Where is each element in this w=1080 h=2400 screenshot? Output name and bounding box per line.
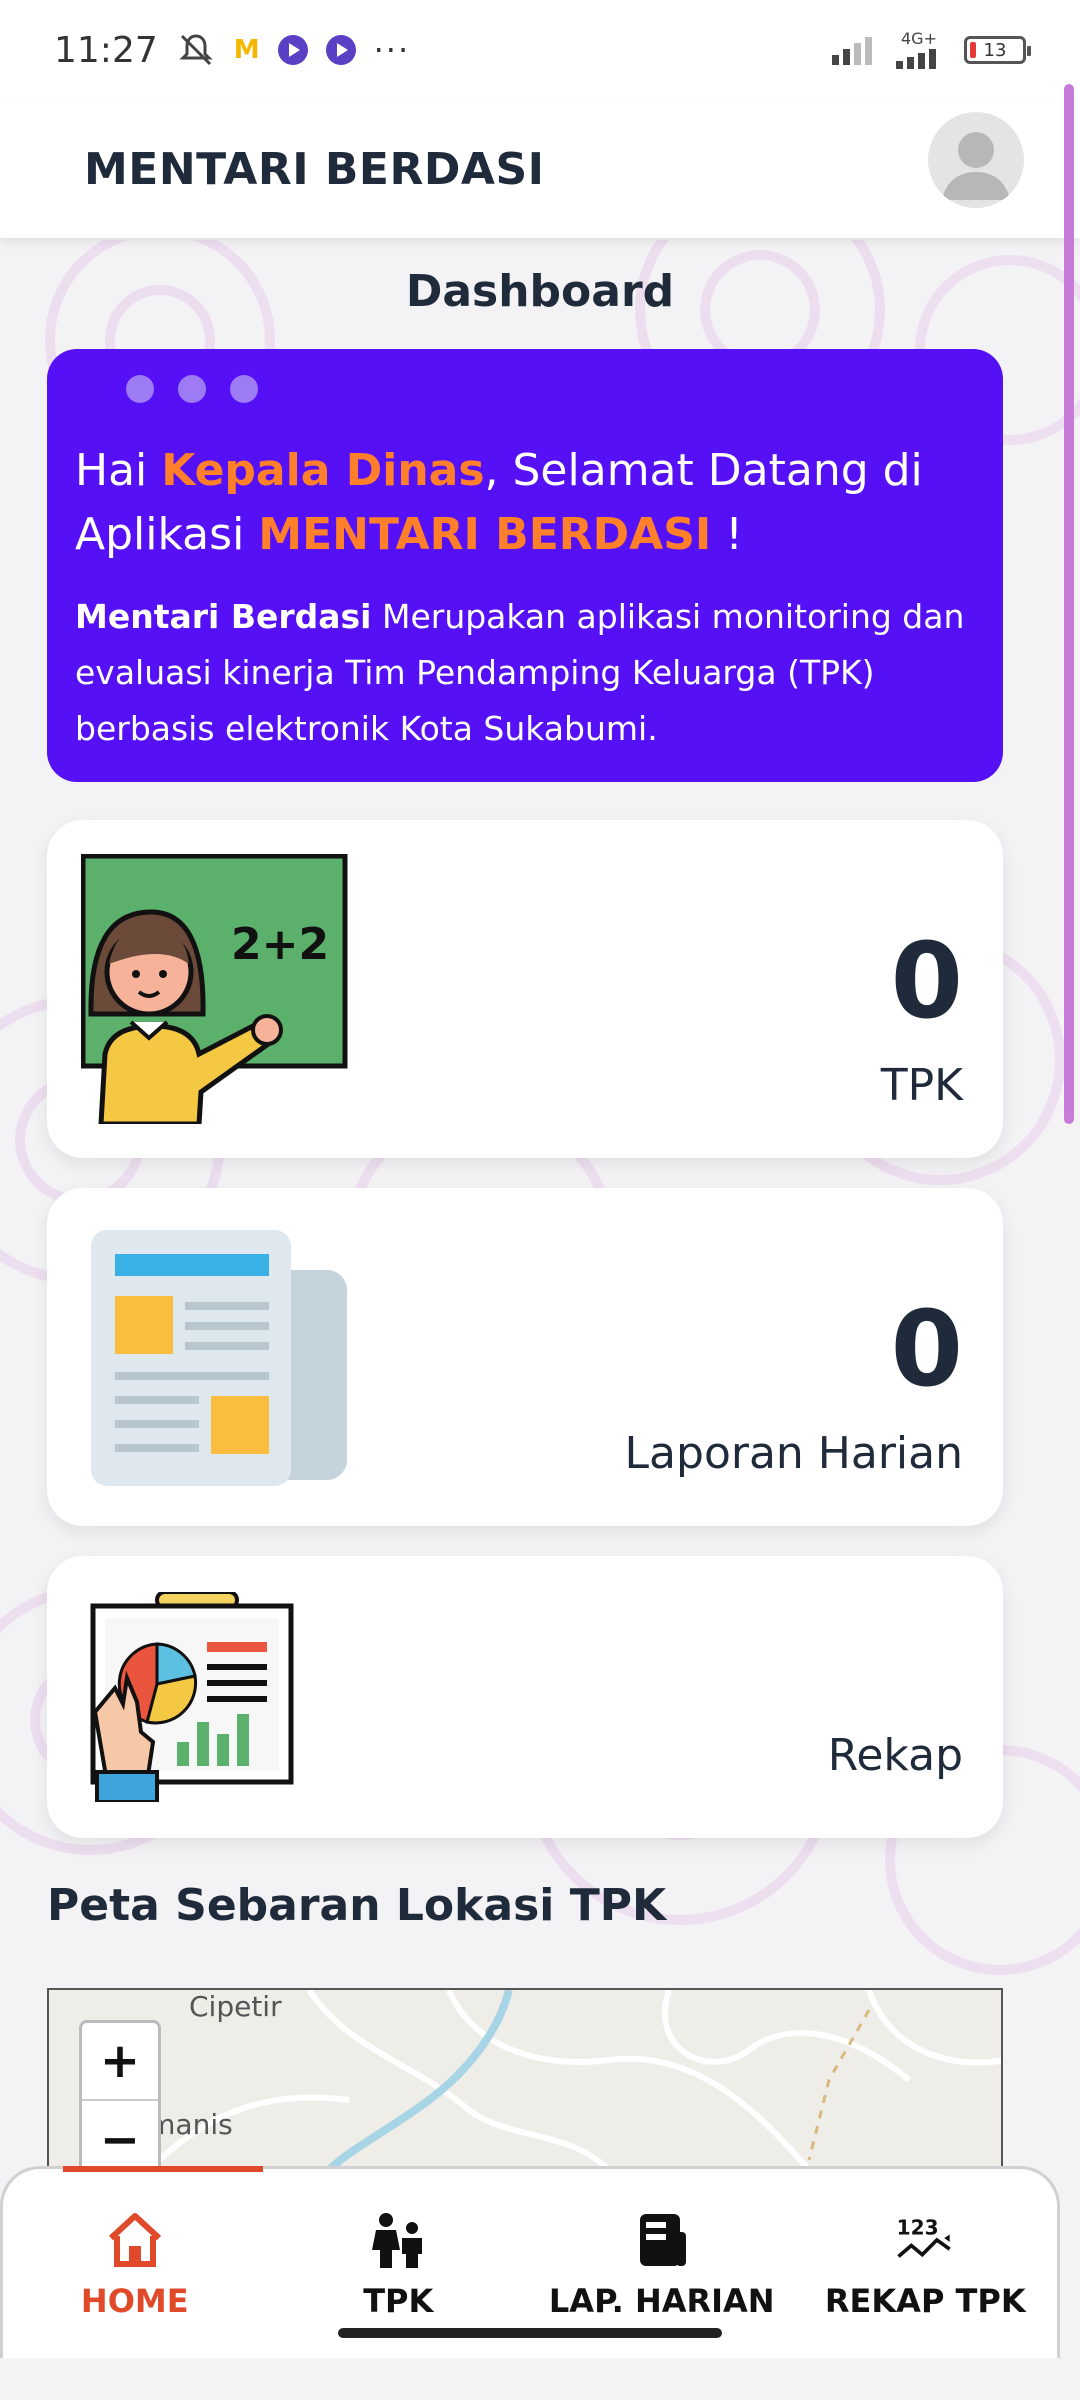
page-title: Dashboard xyxy=(405,266,675,317)
mute-icon xyxy=(176,30,216,70)
tpk-location-map[interactable]: Cipetir amanis + − xyxy=(47,1988,1003,2168)
nav-home[interactable]: HOME xyxy=(3,2166,267,2358)
app-name-highlight: MENTARI BERDASI xyxy=(258,509,712,560)
svg-text:123: 123 xyxy=(897,2215,939,2239)
battery-level: 13 xyxy=(983,39,1007,61)
user-icon xyxy=(942,132,1010,200)
newspaper-icon xyxy=(91,1230,347,1486)
welcome-card: Hai Kepala Dinas, Selamat Datang di Apli… xyxy=(47,349,1003,782)
nav-home-label: HOME xyxy=(80,2281,189,2320)
laporan-harian-label: Laporan Harian xyxy=(624,1428,963,1479)
description-bold: Mentari Berdasi xyxy=(75,597,372,636)
status-bar: 11:27 M ··· 4G+ 13 xyxy=(0,0,1080,100)
nav-tpk-label: TPK xyxy=(363,2281,434,2320)
rekap-card[interactable]: Rekap xyxy=(47,1556,1003,1838)
welcome-description: Mentari Berdasi Merupakan aplikasi monit… xyxy=(75,589,973,757)
nav-rekap-tpk[interactable]: 123 REKAP TPK xyxy=(794,2169,1058,2358)
tpk-stat-card[interactable]: 2+2 0 TPK xyxy=(47,820,1003,1158)
user-role: Kepala Dinas xyxy=(161,445,485,496)
more-notifications-icon: ··· xyxy=(373,31,411,69)
rekap-label: Rekap xyxy=(827,1730,963,1781)
zoom-in-button[interactable]: + xyxy=(82,2023,158,2101)
laporan-harian-stat-card[interactable]: 0 Laporan Harian xyxy=(47,1188,1003,1526)
greeting-prefix: Hai xyxy=(75,445,162,496)
teacher-board-icon: 2+2 xyxy=(81,854,348,1124)
map-section-title: Peta Sebaran Lokasi TPK xyxy=(47,1880,667,1931)
report-icon xyxy=(630,2208,694,2272)
home-indicator[interactable] xyxy=(338,2328,722,2338)
mcdonalds-icon: M xyxy=(233,35,260,65)
app-title: MENTARI BERDASI xyxy=(84,143,545,195)
media-app-icon xyxy=(277,35,308,65)
home-icon xyxy=(103,2208,167,2272)
nav-rekap-tpk-label: REKAP TPK xyxy=(824,2281,1026,2320)
window-dots xyxy=(126,375,258,403)
signal-4g-icon: 4G+ xyxy=(892,31,946,69)
app-header: MENTARI BERDASI xyxy=(0,100,1080,238)
tpk-label: TPK xyxy=(880,1060,963,1111)
nav-lap-harian-label: LAP. HARIAN xyxy=(548,2281,775,2320)
numbers-chart-icon: 123 xyxy=(893,2208,957,2272)
status-time: 11:27 xyxy=(54,29,158,71)
media-app-icon-2 xyxy=(325,35,356,65)
tpk-count: 0 xyxy=(890,920,963,1042)
avatar[interactable] xyxy=(928,112,1024,208)
people-icon xyxy=(366,2208,430,2272)
battery-icon: 13 xyxy=(964,36,1031,64)
presentation-chart-icon xyxy=(90,1592,294,1802)
greeting-suffix: ! xyxy=(711,509,743,560)
svg-text:2+2: 2+2 xyxy=(231,919,329,970)
welcome-heading: Hai Kepala Dinas, Selamat Datang di Apli… xyxy=(75,439,973,567)
signal-icon xyxy=(832,35,874,65)
scrollbar[interactable] xyxy=(1064,84,1074,1124)
network-type: 4G+ xyxy=(901,29,937,48)
map-zoom-control: + − xyxy=(79,2020,161,2166)
laporan-harian-count: 0 xyxy=(890,1288,963,1410)
map-place-label: Cipetir xyxy=(189,1990,282,2023)
zoom-out-button[interactable]: − xyxy=(82,2101,158,2166)
